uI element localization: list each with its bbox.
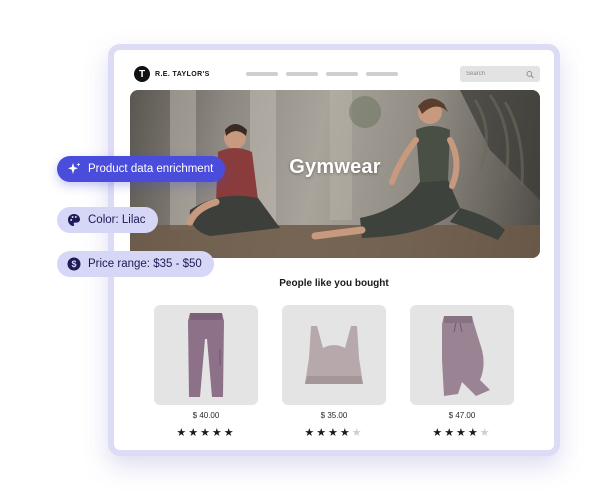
sparkle-icon bbox=[67, 162, 81, 176]
star-empty-icon: ★ bbox=[479, 427, 492, 439]
brand-logo[interactable]: T R.E. TAYLOR'S bbox=[134, 66, 210, 82]
rating-stars: ★★★★★ bbox=[154, 426, 258, 439]
palette-icon bbox=[67, 213, 81, 227]
joggers-icon bbox=[442, 316, 490, 396]
star-icon: ★★★★ bbox=[432, 427, 480, 439]
product-image-joggers[interactable] bbox=[410, 305, 514, 405]
brand-logo-mark: T bbox=[134, 66, 150, 82]
leggings-icon bbox=[188, 313, 224, 397]
search-input[interactable] bbox=[466, 71, 526, 77]
svg-text:$: $ bbox=[71, 259, 76, 269]
sports-bra-icon bbox=[305, 326, 363, 384]
search-icon[interactable] bbox=[526, 70, 534, 79]
recommendations-title: People like you bought bbox=[279, 278, 389, 289]
website-frame: T R.E. TAYLOR'S Search Gymwear People li… bbox=[108, 44, 560, 456]
pill-label: Color: Lilac bbox=[88, 214, 146, 226]
star-icon: ★★★★ bbox=[304, 427, 352, 439]
nav-item-1[interactable] bbox=[246, 72, 278, 76]
nav-item-4[interactable] bbox=[366, 72, 398, 76]
product-price: $ 40.00 bbox=[192, 411, 220, 420]
pill-color[interactable]: Color: Lilac bbox=[57, 207, 158, 233]
product-image-sports-bra[interactable] bbox=[282, 305, 386, 405]
pill-price-range[interactable]: $ Price range: $35 - $50 bbox=[57, 251, 214, 277]
search-box bbox=[460, 66, 540, 82]
site-page: T R.E. TAYLOR'S Search Gymwear People li… bbox=[114, 50, 554, 450]
site-header: T R.E. TAYLOR'S bbox=[128, 62, 540, 88]
pill-label: Price range: $35 - $50 bbox=[88, 258, 202, 270]
product-image-leggings[interactable] bbox=[154, 305, 258, 405]
pill-product-data-enrichment[interactable]: Product data enrichment bbox=[57, 156, 226, 182]
nav-menu bbox=[246, 72, 398, 76]
rating-stars: ★★★★★ bbox=[410, 426, 514, 439]
product-card-sports-bra[interactable]: $ 35.00 ★★★★★ bbox=[282, 305, 386, 439]
product-card-leggings[interactable]: $ 40.00 ★★★★★ bbox=[154, 305, 258, 439]
nav-item-3[interactable] bbox=[326, 72, 358, 76]
pill-label: Product data enrichment bbox=[88, 163, 214, 175]
product-card-joggers[interactable]: $ 47.00 ★★★★★ bbox=[410, 305, 514, 439]
nav-item-2[interactable] bbox=[286, 72, 318, 76]
product-price: $ 35.00 bbox=[320, 411, 348, 420]
star-icon: ★★★★★ bbox=[176, 427, 236, 439]
brand-name: R.E. TAYLOR'S bbox=[155, 70, 210, 78]
product-price: $ 47.00 bbox=[448, 411, 476, 420]
dollar-icon: $ bbox=[67, 257, 81, 271]
rating-stars: ★★★★★ bbox=[282, 426, 386, 439]
star-empty-icon: ★ bbox=[351, 427, 364, 439]
